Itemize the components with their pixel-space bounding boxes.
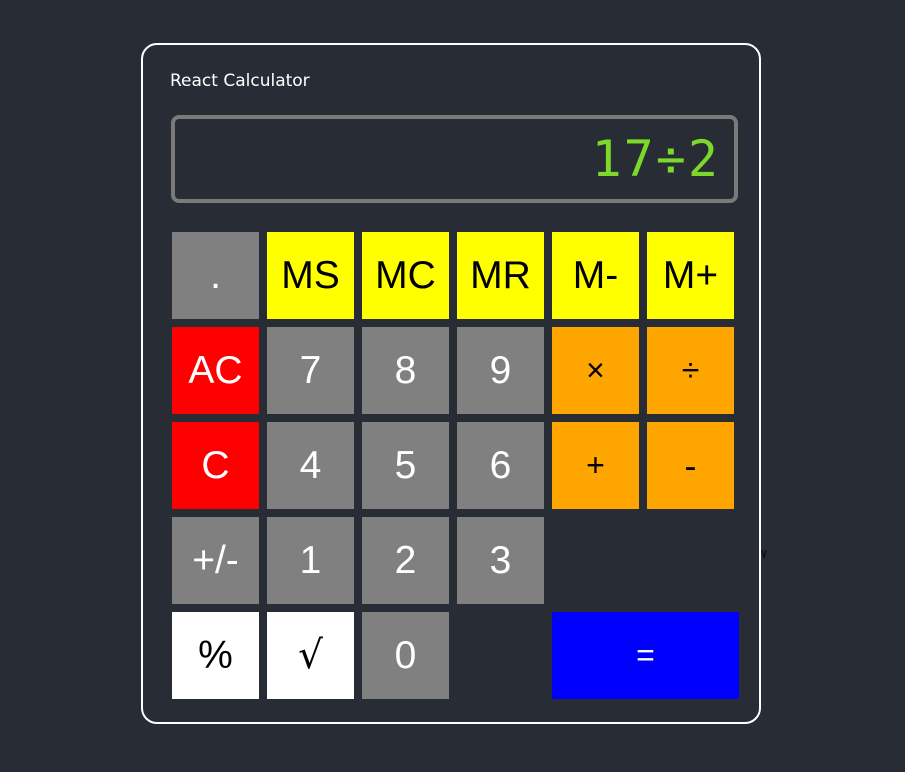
- subtract-button[interactable]: -: [647, 422, 734, 509]
- digit-8-button[interactable]: 8: [362, 327, 449, 414]
- equals-button[interactable]: =: [552, 612, 739, 699]
- memory-clear-button[interactable]: MC: [362, 232, 449, 319]
- border-artifact: [761, 548, 767, 560]
- calculator-display: 17÷2: [171, 115, 738, 203]
- border-artifact-mark: [761, 549, 767, 559]
- digit-6-button[interactable]: 6: [457, 422, 544, 509]
- digit-0-button[interactable]: 0: [362, 612, 449, 699]
- digit-3-button[interactable]: 3: [457, 517, 544, 604]
- display-value: 17÷2: [591, 130, 720, 188]
- digit-4-button[interactable]: 4: [267, 422, 354, 509]
- memory-add-button[interactable]: M+: [647, 232, 734, 319]
- add-button[interactable]: +: [552, 422, 639, 509]
- decimal-button[interactable]: .: [172, 232, 259, 319]
- digit-9-button[interactable]: 9: [457, 327, 544, 414]
- divide-button[interactable]: ÷: [647, 327, 734, 414]
- digit-5-button[interactable]: 5: [362, 422, 449, 509]
- app-title: React Calculator: [170, 71, 310, 91]
- all-clear-button[interactable]: AC: [172, 327, 259, 414]
- clear-button[interactable]: C: [172, 422, 259, 509]
- memory-recall-button[interactable]: MR: [457, 232, 544, 319]
- percent-button[interactable]: %: [172, 612, 259, 699]
- memory-store-button[interactable]: MS: [267, 232, 354, 319]
- digit-7-button[interactable]: 7: [267, 327, 354, 414]
- digit-1-button[interactable]: 1: [267, 517, 354, 604]
- square-root-button[interactable]: √: [267, 612, 354, 699]
- multiply-button[interactable]: ×: [552, 327, 639, 414]
- digit-2-button[interactable]: 2: [362, 517, 449, 604]
- negate-button[interactable]: +/-: [172, 517, 259, 604]
- memory-subtract-button[interactable]: M-: [552, 232, 639, 319]
